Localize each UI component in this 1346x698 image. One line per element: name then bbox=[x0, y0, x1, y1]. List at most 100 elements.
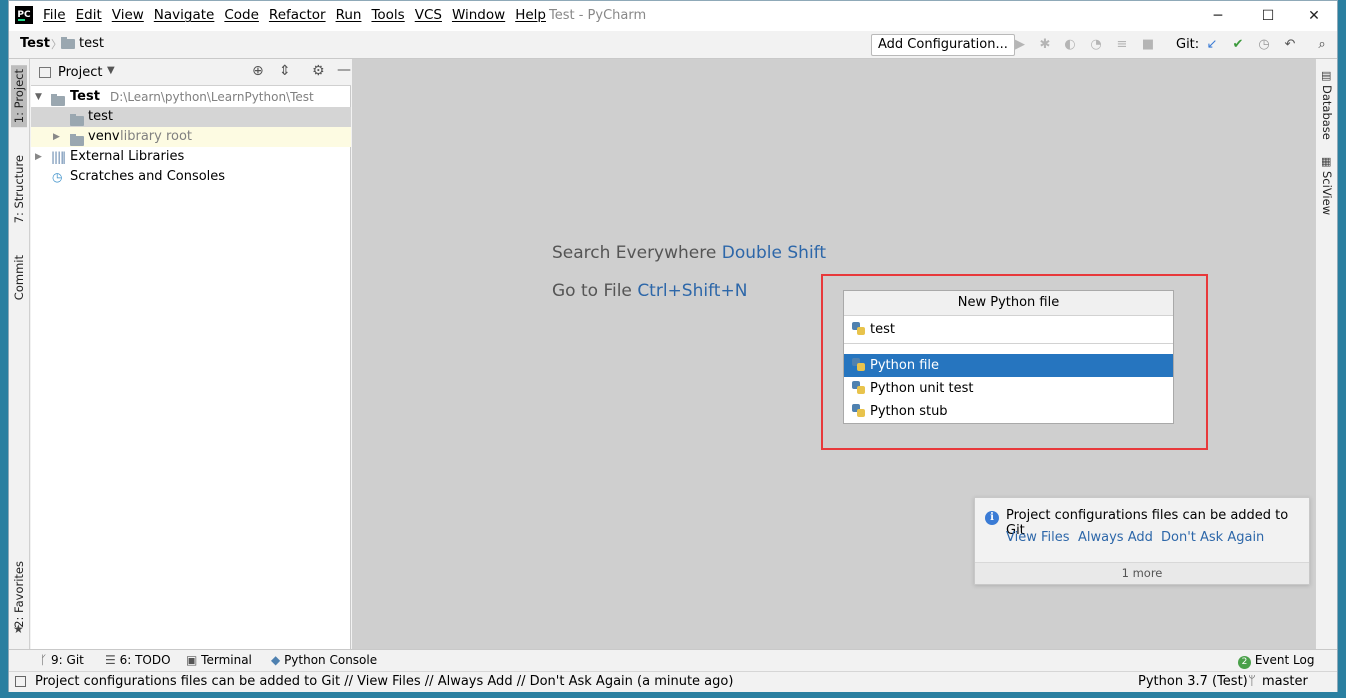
git-update-icon[interactable]: ↙ bbox=[1203, 36, 1221, 54]
close-button[interactable]: ✕ bbox=[1291, 3, 1337, 29]
tree-external-libraries: External Libraries bbox=[70, 149, 185, 164]
popup-item-label: Python stub bbox=[870, 404, 948, 419]
right-tool-strip: ▤ Database ▦ SciView bbox=[1315, 59, 1337, 649]
tool-todo-label: 6: TODO bbox=[119, 653, 171, 667]
navigation-bar: Test 〉 test Add Configuration... ▶ ✱ ◐ ◔… bbox=[9, 31, 1337, 59]
popup-item-python-file[interactable]: Python file bbox=[844, 354, 1173, 377]
expand-arrow-icon[interactable]: ▶ bbox=[53, 127, 60, 147]
menu-help[interactable]: Help bbox=[515, 7, 546, 23]
gear-icon[interactable]: ⚙ bbox=[312, 63, 325, 79]
tab-database[interactable]: Database bbox=[1320, 85, 1334, 140]
file-name-input[interactable]: test bbox=[844, 316, 1173, 344]
tab-favorites-label: 2: Favorites bbox=[12, 561, 26, 628]
title-bar: PC File Edit View Navigate Code Refactor… bbox=[9, 1, 1337, 31]
branch-icon: ᛘ bbox=[1248, 674, 1256, 689]
project-panel: Project ▼ ⊕ ⇕ ⚙ — ▼ Test D:\Learn\python… bbox=[31, 59, 351, 649]
database-icon: ▤ bbox=[1321, 69, 1332, 82]
tool-todo[interactable]: ☰ 6: TODO bbox=[105, 653, 171, 667]
popup-item-python-unit-test[interactable]: Python unit test bbox=[844, 377, 1173, 400]
tree-row-test[interactable]: test bbox=[31, 107, 351, 127]
git-label: Git: bbox=[1176, 37, 1200, 52]
dont-ask-again-link[interactable]: Don't Ask Again bbox=[1161, 530, 1264, 545]
maximize-button[interactable]: ☐ bbox=[1245, 3, 1291, 29]
tree-venv-tag: library root bbox=[120, 129, 193, 144]
breadcrumb-folder-icon bbox=[61, 37, 75, 52]
python-test-icon bbox=[852, 381, 865, 394]
python-console-icon: ◆ bbox=[271, 653, 281, 667]
git-commit-icon[interactable]: ✔ bbox=[1229, 36, 1247, 54]
popup-item-label: Python unit test bbox=[870, 381, 974, 396]
event-count-badge: 2 bbox=[1238, 656, 1251, 669]
tree-test-name: test bbox=[88, 109, 113, 124]
tree-row-venv[interactable]: ▶ venv library root bbox=[31, 127, 351, 147]
favorites-star-icon: ★ bbox=[13, 622, 24, 636]
todo-list-icon: ☰ bbox=[105, 653, 116, 667]
info-icon: i bbox=[985, 509, 999, 525]
popup-item-python-stub[interactable]: Python stub bbox=[844, 400, 1173, 423]
python-file-icon bbox=[852, 322, 865, 335]
always-add-link[interactable]: Always Add bbox=[1078, 530, 1153, 545]
breadcrumb-project[interactable]: Test bbox=[20, 36, 50, 51]
git-branch-selector[interactable]: master bbox=[1262, 674, 1308, 689]
tool-git-label: 9: Git bbox=[51, 653, 84, 667]
menu-refactor[interactable]: Refactor bbox=[269, 7, 326, 23]
menu-view[interactable]: View bbox=[112, 7, 144, 23]
tree-venv-name: venv bbox=[88, 129, 120, 144]
menu-window[interactable]: Window bbox=[452, 7, 505, 23]
tool-python-console[interactable]: ◆ Python Console bbox=[271, 653, 377, 667]
scratches-icon: ◷ bbox=[52, 170, 63, 184]
tool-event-log-label: Event Log bbox=[1254, 653, 1315, 667]
tree-root-path: D:\Learn\python\LearnPython\Test bbox=[110, 90, 314, 104]
tab-structure[interactable]: 7: Structure bbox=[11, 153, 27, 225]
debug-icon[interactable]: ✱ bbox=[1036, 36, 1054, 54]
menu-code[interactable]: Code bbox=[224, 7, 259, 23]
locate-icon[interactable]: ⊕ bbox=[252, 63, 264, 79]
coverage-icon[interactable]: ◐ bbox=[1061, 36, 1079, 54]
hint-goto-text: Go to File bbox=[552, 281, 632, 301]
library-icon: |||‖ bbox=[51, 150, 66, 164]
menu-tools[interactable]: Tools bbox=[371, 7, 404, 23]
tree-row-scratches[interactable]: ◷ Scratches and Consoles bbox=[31, 167, 351, 187]
hint-search-text: Search Everywhere bbox=[552, 243, 717, 263]
expand-arrow-icon[interactable]: ▶ bbox=[35, 147, 42, 167]
hint-goto-file: Go to File Ctrl+Shift+N bbox=[552, 281, 747, 301]
tree-row-root[interactable]: ▼ Test D:\Learn\python\LearnPython\Test bbox=[31, 87, 351, 107]
breadcrumb-folder[interactable]: test bbox=[79, 36, 104, 51]
menu-file[interactable]: File bbox=[43, 7, 66, 23]
git-rollback-icon[interactable]: ↶ bbox=[1281, 36, 1299, 54]
concurrency-icon[interactable]: ≡ bbox=[1113, 36, 1131, 54]
add-configuration-button[interactable]: Add Configuration... bbox=[871, 34, 1015, 56]
project-view-selector[interactable]: Project bbox=[58, 65, 102, 80]
stop-icon[interactable]: ■ bbox=[1139, 36, 1157, 54]
chevron-down-icon[interactable]: ▼ bbox=[107, 65, 115, 76]
toggle-tool-windows-icon[interactable] bbox=[15, 676, 26, 687]
minimize-button[interactable]: ─ bbox=[1195, 3, 1241, 29]
tab-project[interactable]: 1: Project bbox=[11, 65, 27, 128]
file-name-value: test bbox=[870, 322, 895, 337]
hide-icon[interactable]: — bbox=[337, 62, 351, 78]
tool-terminal[interactable]: ▣ Terminal bbox=[186, 653, 252, 667]
collapse-all-icon[interactable]: ⇕ bbox=[279, 63, 291, 79]
tree-row-external-libraries[interactable]: ▶ |||‖ External Libraries bbox=[31, 147, 351, 167]
view-files-link[interactable]: View Files bbox=[1006, 530, 1070, 545]
status-message[interactable]: Project configurations files can be adde… bbox=[35, 674, 733, 689]
menu-vcs[interactable]: VCS bbox=[415, 7, 442, 23]
menu-run[interactable]: Run bbox=[336, 7, 362, 23]
expand-arrow-icon[interactable]: ▼ bbox=[35, 87, 42, 107]
menu-edit[interactable]: Edit bbox=[76, 7, 102, 23]
run-icon[interactable]: ▶ bbox=[1011, 36, 1029, 54]
search-icon[interactable]: ⌕ bbox=[1313, 36, 1331, 54]
pycharm-logo-icon: PC bbox=[15, 6, 33, 24]
interpreter-selector[interactable]: Python 3.7 (Test) bbox=[1138, 674, 1248, 689]
menu-navigate[interactable]: Navigate bbox=[154, 7, 215, 23]
tab-favorites[interactable]: 2: Favorites bbox=[11, 559, 27, 630]
tab-commit[interactable]: Commit bbox=[11, 253, 27, 302]
profile-icon[interactable]: ◔ bbox=[1087, 36, 1105, 54]
tool-event-log[interactable]: 2 Event Log bbox=[1238, 653, 1314, 669]
git-notification: i Project configurations files can be ad… bbox=[974, 497, 1310, 585]
more-notifications[interactable]: 1 more bbox=[975, 562, 1309, 584]
tool-git[interactable]: ᚴ 9: Git bbox=[40, 653, 84, 667]
tab-sciview[interactable]: SciView bbox=[1320, 171, 1334, 215]
git-history-icon[interactable]: ◷ bbox=[1255, 36, 1273, 54]
window-title: Test - PyCharm bbox=[549, 8, 647, 23]
